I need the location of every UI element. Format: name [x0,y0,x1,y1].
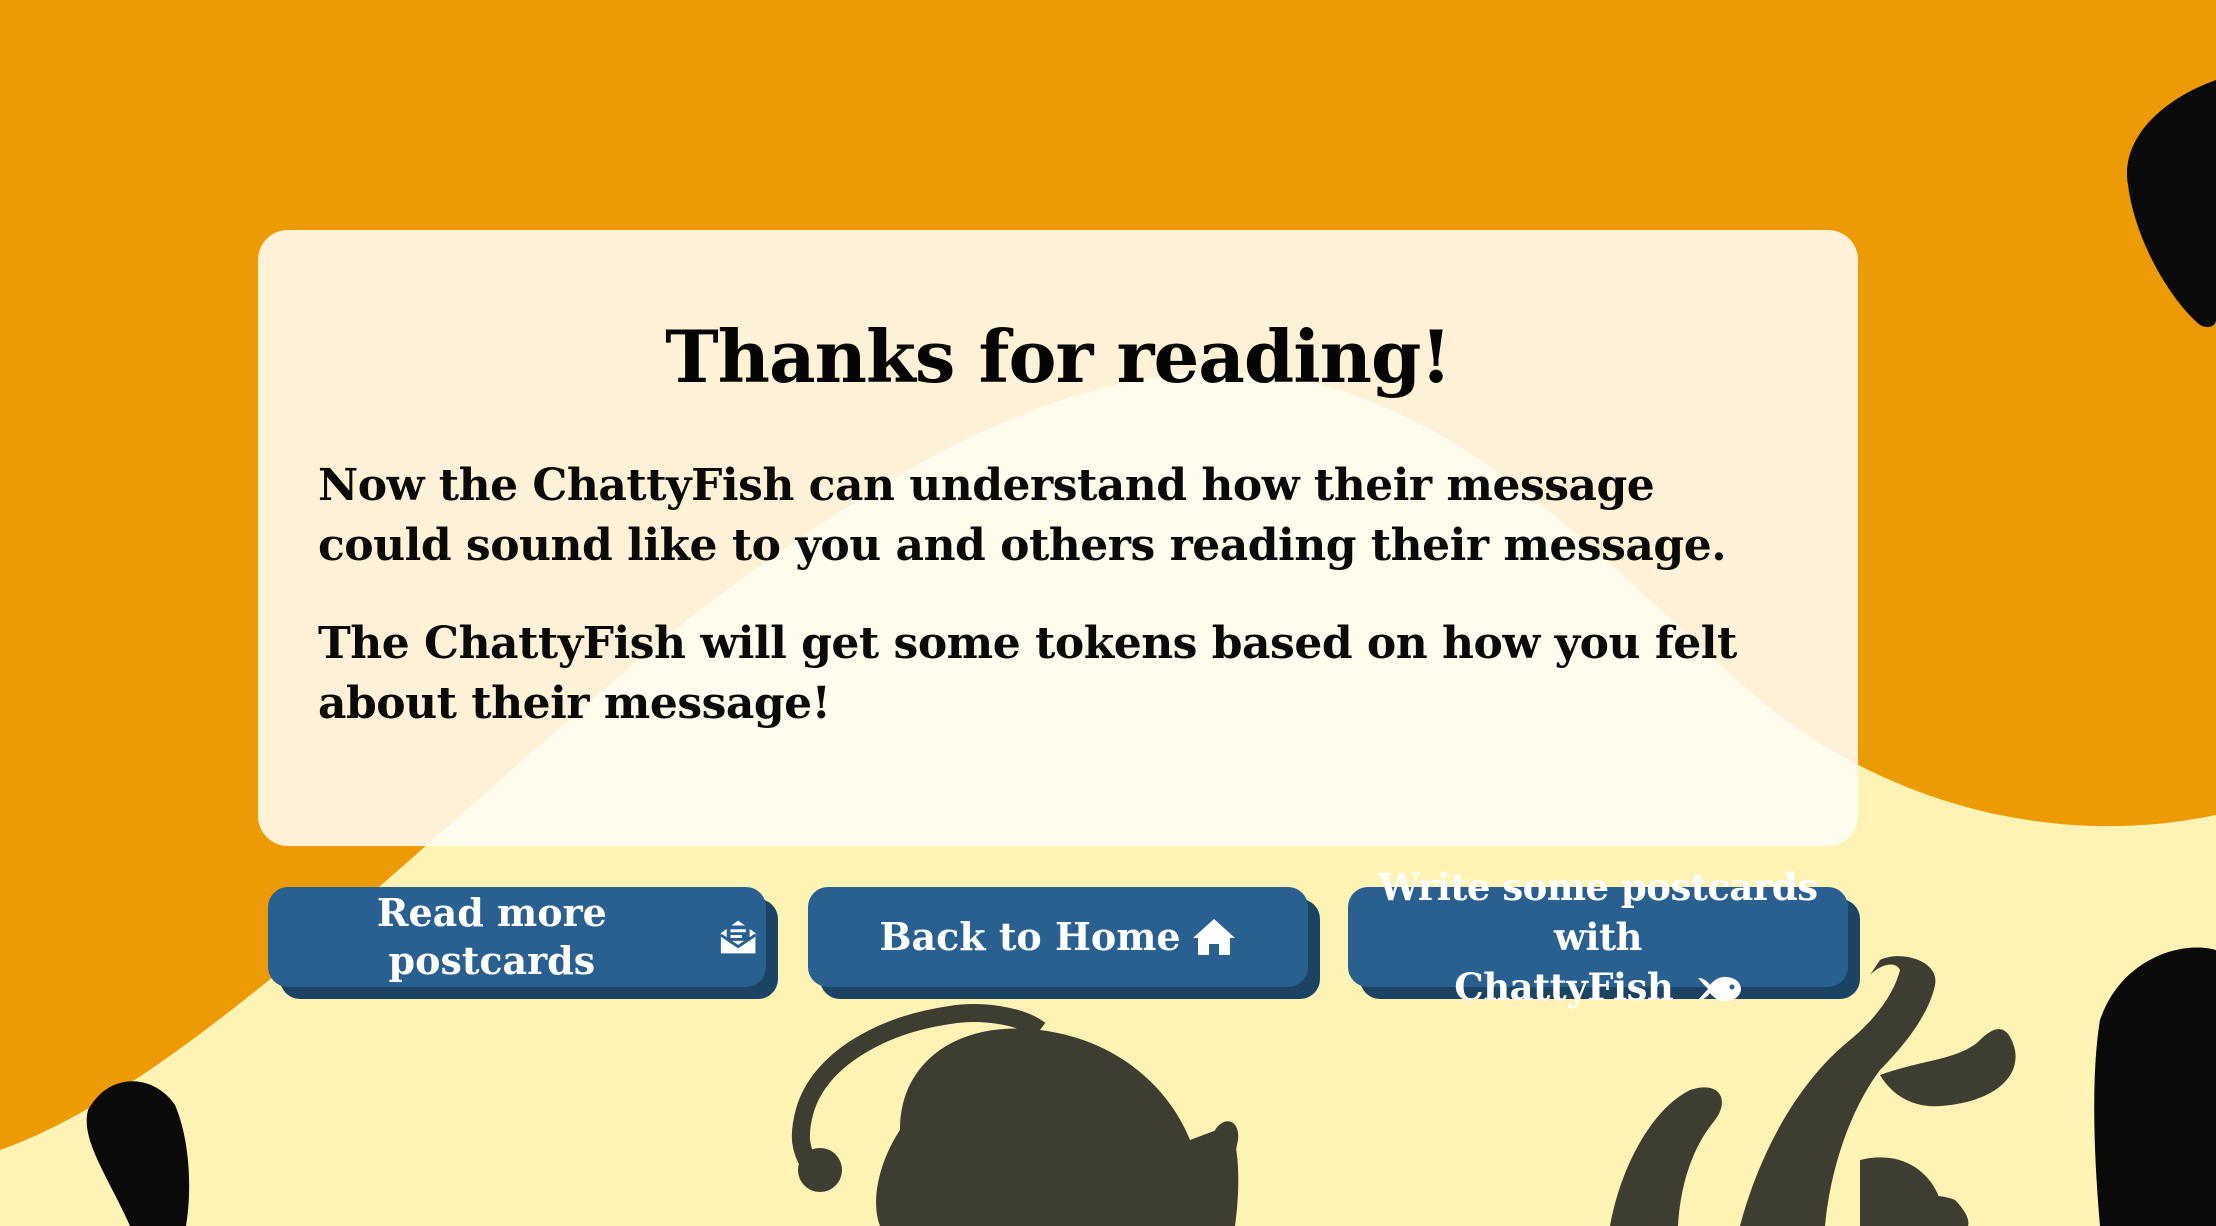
back-to-home-label: Back to Home [879,914,1181,959]
thanks-card: Thanks for reading! Now the ChattyFish c… [258,230,1858,846]
write-postcards-button[interactable]: Write some postcards with ChattyFish [1348,865,1848,1009]
read-more-postcards-button[interactable]: Read more postcards [268,887,766,987]
back-to-home-button[interactable]: Back to Home [808,887,1308,987]
fish-icon [1697,976,1741,1002]
read-more-postcards-label: Read more postcards [376,890,607,983]
page-title: Thanks for reading! [665,314,1452,399]
home-icon [1192,919,1235,955]
message-paragraph-2: The ChattyFish will get some tokens base… [318,618,1737,730]
message-paragraph-1: Now the ChattyFish can understand how th… [318,460,1727,572]
write-postcards-label: Write some postcards with ChattyFish [1378,865,1818,1009]
envelope-open-icon [719,920,756,954]
